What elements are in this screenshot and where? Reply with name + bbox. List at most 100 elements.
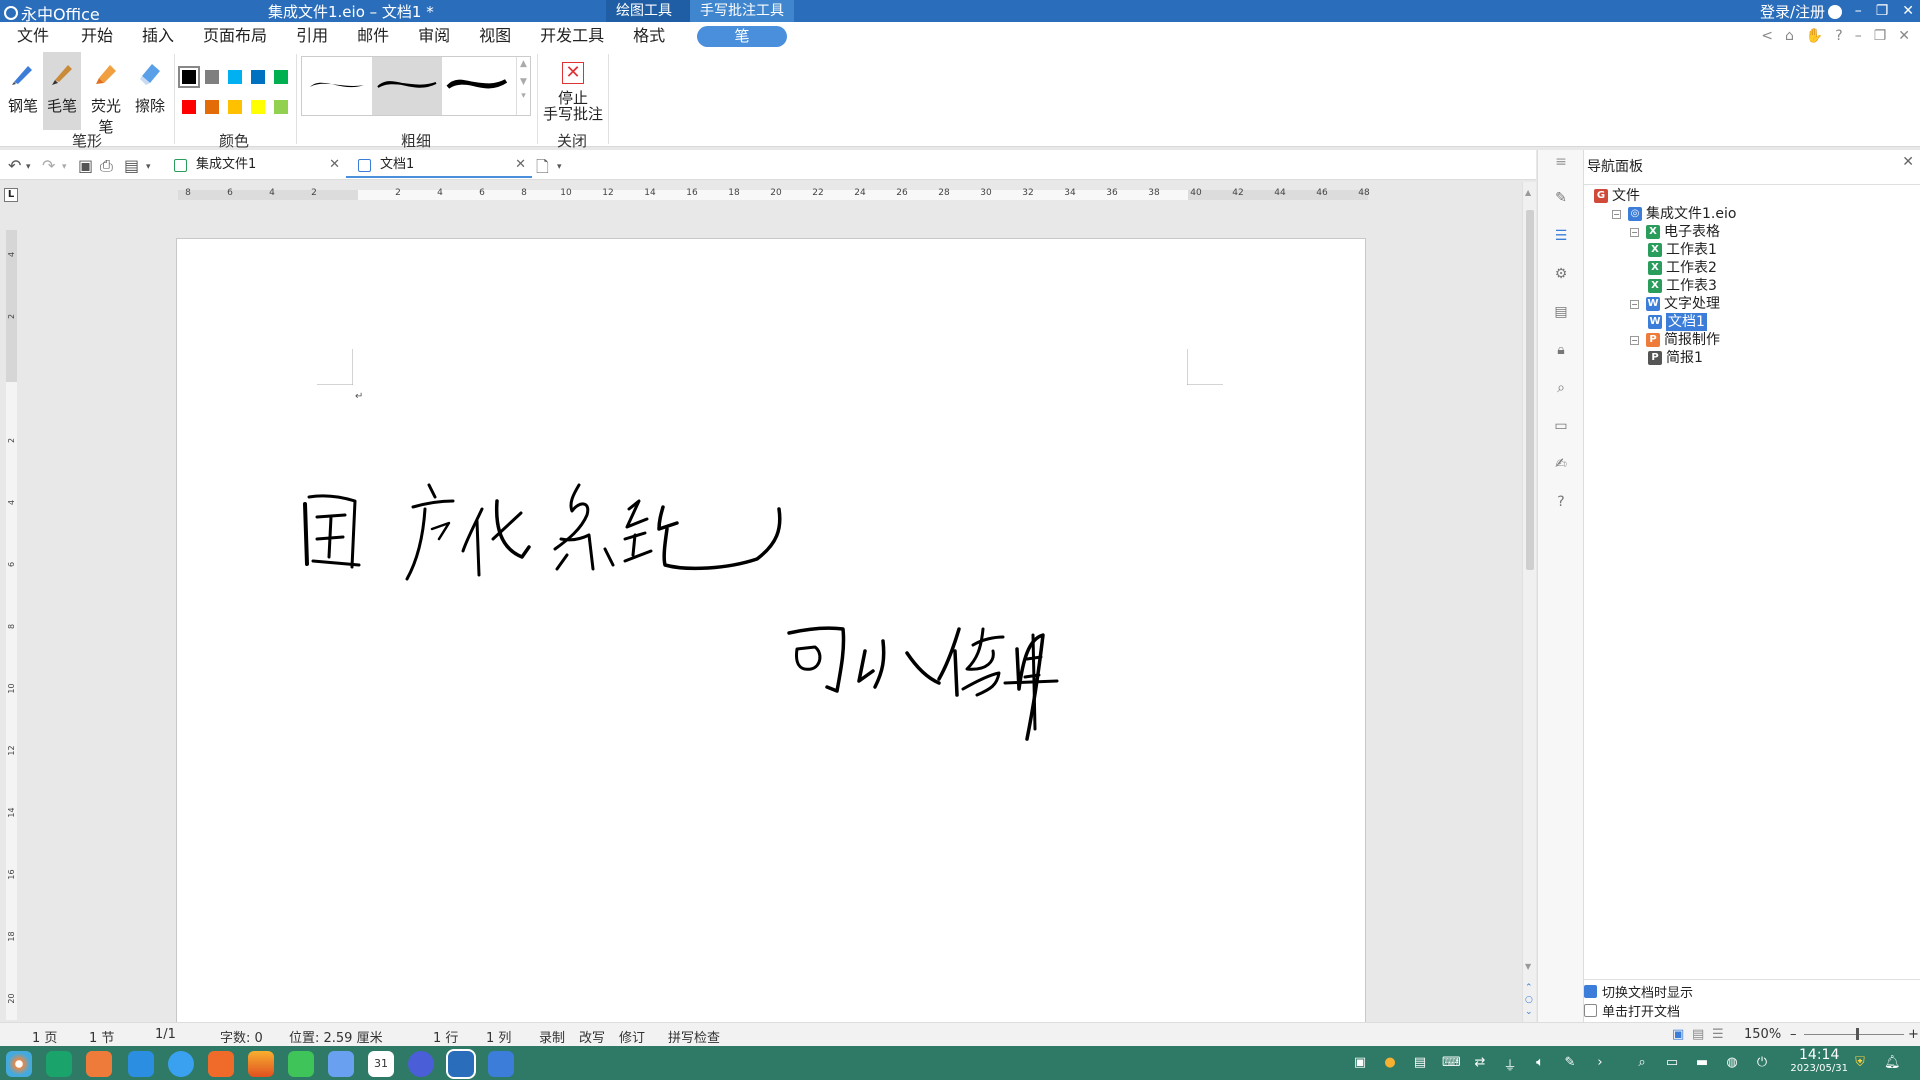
horizontal-ruler[interactable]: 8 6 4 2 2 4 6 8 10 12 14 16 18 20 22 24 26 28 30 32 34 36 38 40… bbox=[178, 188, 1370, 200]
status-overwrite[interactable]: 改写 bbox=[579, 1027, 605, 1046]
option-show-on-switch[interactable]: 切换文档时显示 bbox=[1584, 982, 1693, 1001]
pen-tool-fountain[interactable]: 钢笔 bbox=[4, 52, 42, 130]
lock-icon[interactable]: 🔒︎ bbox=[1552, 342, 1570, 360]
menu-home[interactable]: 开始 bbox=[81, 22, 113, 50]
settings-icon[interactable] bbox=[408, 1051, 434, 1077]
menu-page-layout[interactable]: 页面布局 bbox=[203, 22, 267, 50]
menu-format[interactable]: 格式 bbox=[633, 22, 665, 50]
doc-restore-button[interactable]: ❐ bbox=[1874, 28, 1887, 44]
close-button[interactable]: ✕ bbox=[1902, 0, 1914, 22]
nav-panel-close-icon[interactable]: ✕ bbox=[1902, 154, 1914, 170]
documents-icon[interactable] bbox=[328, 1051, 354, 1077]
keyboard-icon[interactable]: ⌨ bbox=[1442, 1055, 1461, 1071]
context-tab-handwriting-tools[interactable]: 手写批注工具 bbox=[690, 0, 794, 22]
multitask-icon[interactable]: ▭ bbox=[1664, 1055, 1680, 1071]
color-swatch[interactable] bbox=[251, 70, 265, 84]
volume-icon[interactable]: 🔈︎ bbox=[1532, 1055, 1548, 1071]
color-swatch[interactable] bbox=[274, 70, 288, 84]
home-icon[interactable]: ⌂ bbox=[1785, 28, 1794, 44]
pen-tool-eraser[interactable]: 擦除 bbox=[131, 52, 169, 130]
tab-close-icon[interactable]: ✕ bbox=[329, 152, 340, 178]
help-circle-icon[interactable]: ? bbox=[1552, 494, 1570, 512]
checkbox-unchecked-icon[interactable] bbox=[1584, 1004, 1597, 1017]
tree-node[interactable]: − X 电子表格 bbox=[1630, 223, 1720, 241]
doc-tab-integrated-file[interactable]: 集成文件1 ✕ bbox=[162, 152, 346, 178]
power-manager-icon[interactable]: ● bbox=[1382, 1055, 1398, 1071]
launcher-icon[interactable] bbox=[6, 1051, 32, 1077]
print-preview-icon[interactable]: ▣ bbox=[78, 156, 93, 175]
status-spellcheck[interactable]: 拼写检查 bbox=[668, 1027, 720, 1046]
usb-icon[interactable]: ⏚ bbox=[1502, 1055, 1518, 1074]
calendar-icon[interactable]: 31 bbox=[368, 1051, 394, 1077]
option-single-click-open[interactable]: 单击打开文档 bbox=[1584, 1001, 1680, 1020]
color-swatch[interactable] bbox=[251, 100, 265, 114]
menu-file[interactable]: 文件 bbox=[17, 22, 49, 50]
redo-icon[interactable]: ↷ bbox=[42, 156, 55, 175]
menu-references[interactable]: 引用 bbox=[296, 22, 328, 50]
browser-icon[interactable] bbox=[168, 1051, 194, 1077]
adjust-icon[interactable]: ⚙ bbox=[1552, 266, 1570, 284]
login-button[interactable]: 登录/注册 bbox=[1760, 1, 1842, 22]
menu-insert[interactable]: 插入 bbox=[142, 22, 174, 50]
folder-icon[interactable] bbox=[128, 1051, 154, 1077]
display-icon[interactable]: ▣ bbox=[1352, 1055, 1368, 1071]
network-icon[interactable]: ◍ bbox=[1724, 1055, 1740, 1071]
clock[interactable]: 14:14 2023/05/31 bbox=[1790, 1048, 1848, 1075]
tree-node[interactable]: W 文档1 bbox=[1648, 313, 1707, 331]
undo-dropdown-icon[interactable]: ▾ bbox=[26, 162, 31, 172]
help-icon[interactable]: ? bbox=[1835, 28, 1842, 44]
navigation-icon[interactable]: ☰ bbox=[1552, 228, 1570, 246]
thickness-medium[interactable] bbox=[372, 57, 442, 115]
edit-icon[interactable]: ✍ bbox=[1552, 456, 1570, 474]
photos-icon[interactable] bbox=[248, 1051, 274, 1077]
color-swatch[interactable] bbox=[205, 70, 219, 84]
restore-button[interactable]: ❐ bbox=[1876, 0, 1889, 22]
print-icon[interactable]: ⎙ bbox=[100, 156, 113, 176]
scroll-thumb[interactable] bbox=[1526, 210, 1534, 570]
browse-object-icon[interactable]: ⌃ ○ ⌄ bbox=[1525, 982, 1533, 1018]
document-page[interactable]: ↵ bbox=[176, 238, 1366, 1022]
pen-tool-brush[interactable]: 毛笔 bbox=[43, 52, 81, 130]
hand-icon[interactable]: ✋ bbox=[1806, 28, 1823, 44]
tree-expand-icon[interactable]: − bbox=[1630, 299, 1639, 309]
new-doc-icon[interactable]: 🗋 bbox=[536, 156, 549, 183]
vertical-scrollbar[interactable]: ▲ ▼ ⌃ ○ ⌄ bbox=[1522, 182, 1536, 1022]
tree-node[interactable]: P 简报1 bbox=[1648, 349, 1703, 367]
vertical-ruler[interactable]: 4 2 2 4 6 8 10 12 14 16 18 20 bbox=[6, 230, 17, 1020]
document-tray-icon[interactable]: ▤ bbox=[1412, 1055, 1428, 1071]
doc-tab-document1[interactable]: 文档1 ✕ bbox=[346, 152, 532, 178]
zoom-slider-handle[interactable] bbox=[1856, 1028, 1859, 1040]
tree-node[interactable]: X 工作表1 bbox=[1648, 241, 1717, 259]
tab-close-icon[interactable]: ✕ bbox=[515, 152, 526, 178]
menu-view[interactable]: 视图 bbox=[479, 22, 511, 50]
tree-expand-icon[interactable]: − bbox=[1630, 335, 1639, 345]
color-swatch[interactable] bbox=[205, 100, 219, 114]
tree-node[interactable]: − ◎ 集成文件1.eio bbox=[1612, 205, 1736, 223]
doc-close-button[interactable]: ✕ bbox=[1898, 28, 1910, 44]
search-icon[interactable]: ⌕ bbox=[1634, 1055, 1650, 1071]
view-web-layout-icon[interactable]: ▤ bbox=[1692, 1027, 1704, 1042]
tab-stop-selector[interactable]: L bbox=[4, 188, 18, 202]
save-icon[interactable]: ▤ bbox=[124, 156, 139, 175]
expand-tray-icon[interactable]: › bbox=[1592, 1055, 1608, 1071]
tree-node[interactable]: G 文件 bbox=[1594, 187, 1640, 205]
back-icon[interactable]: < bbox=[1761, 28, 1773, 44]
security-icon[interactable]: ⛨ bbox=[1852, 1055, 1868, 1071]
clipboard-icon[interactable]: ▭ bbox=[1552, 418, 1570, 436]
gallery-scroll[interactable]: ▲ ▼ ▾ bbox=[516, 57, 530, 115]
app-store-icon[interactable] bbox=[86, 1051, 112, 1077]
menu-pen-active[interactable]: 笔 bbox=[697, 26, 787, 47]
handwriting-tray-icon[interactable]: ✎ bbox=[1562, 1055, 1578, 1071]
zoom-out-icon[interactable]: – bbox=[1790, 1027, 1797, 1042]
tree-node[interactable]: X 工作表2 bbox=[1648, 259, 1717, 277]
menu-mailings[interactable]: 邮件 bbox=[357, 22, 389, 50]
pen-panel-icon[interactable]: ✎ bbox=[1552, 190, 1570, 208]
layers-icon[interactable]: ▤ bbox=[1552, 304, 1570, 322]
color-swatch[interactable] bbox=[274, 100, 288, 114]
zoom-level[interactable]: 150% bbox=[1744, 1027, 1781, 1042]
quick-access-dropdown-icon[interactable]: ▾ bbox=[146, 162, 151, 172]
new-doc-dropdown-icon[interactable]: ▾ bbox=[557, 162, 562, 172]
stop-handwriting-button[interactable]: ✕ 停止 手写批注 bbox=[541, 52, 605, 130]
network-transfer-icon[interactable]: ⇄ bbox=[1472, 1055, 1488, 1071]
status-revision[interactable]: 修订 bbox=[619, 1027, 645, 1046]
